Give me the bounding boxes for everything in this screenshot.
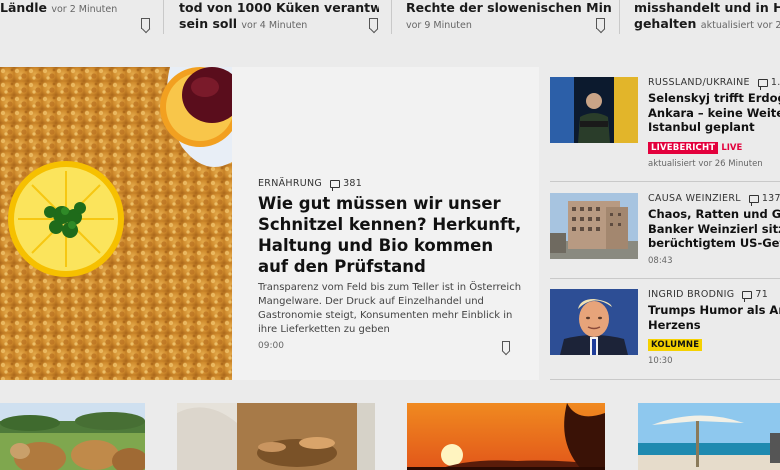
comment-count[interactable]: 1.337 <box>757 77 780 90</box>
top-article-time: aktualisiert vor 23 Min <box>700 20 780 31</box>
bookmark-icon[interactable] <box>502 341 510 351</box>
divider <box>391 0 392 34</box>
comment-count-value: 71 <box>755 289 769 300</box>
hero-title[interactable]: Wie gut müssen wir unser Schnitzel kenne… <box>258 193 528 277</box>
sidebar-title-line: Chaos, Ratten und Gewa <box>648 207 780 221</box>
bottom-thumb-cows[interactable] <box>0 403 145 470</box>
sidebar-kicker: RUSSLAND/UKRAINE 1.337 <box>648 77 780 90</box>
sidebar-title[interactable]: Selenskyj trifft Erdoğan Ankara – keine … <box>648 91 780 135</box>
divider <box>163 0 164 34</box>
sidebar-category[interactable]: CAUSA WEINZIERL <box>648 193 741 204</box>
sidebar-title-line: Ankara – keine Weiterre <box>648 105 780 120</box>
sidebar-kicker: CAUSA WEINZIERL 137 <box>648 193 780 206</box>
bottom-thumb-beach[interactable] <box>638 403 780 470</box>
sidebar-time: aktualisiert vor 26 Minuten <box>648 158 763 169</box>
comment-count[interactable]: 137 <box>748 193 780 206</box>
comment-count[interactable]: 71 <box>742 289 769 302</box>
sidebar-thumb-building <box>550 193 638 259</box>
comment-count-value: 381 <box>343 178 363 189</box>
sidebar-title[interactable]: Trumps Humor als Anstö Herzens <box>648 303 780 332</box>
divider <box>550 379 780 380</box>
hero-article-card[interactable]: ERNÄHRUNG 381 Wie gut müssen wir unser S… <box>232 67 539 380</box>
hero-teaser: Transparenz vom Feld bis zum Teller ist … <box>258 282 522 335</box>
comment-icon <box>757 78 768 90</box>
bookmark-icon[interactable] <box>369 18 378 29</box>
top-article-title: misshandelt und in Hundekä <box>634 0 780 15</box>
top-article-title: sein soll <box>179 16 238 31</box>
hero-category[interactable]: ERNÄHRUNG <box>258 178 322 189</box>
sidebar-time: 10:30 <box>648 356 673 366</box>
comment-count[interactable]: 381 <box>330 178 363 191</box>
top-article-title: Ländle <box>0 0 48 15</box>
comment-count-value: 137 <box>761 193 780 204</box>
divider <box>550 181 780 182</box>
top-article-2[interactable]: tod von 1000 Küken verantwortlich sein s… <box>179 0 379 40</box>
sidebar-title[interactable]: Chaos, Ratten und Gewa Banker Weinzierl … <box>648 207 780 251</box>
sidebar-article-1[interactable]: RUSSLAND/UKRAINE 1.337 Selenskyj trifft … <box>550 77 780 172</box>
sidebar-title-line: Selenskyj trifft Erdoğan <box>648 91 780 105</box>
sidebar-kicker: INGRID BRODNIG 71 <box>648 289 780 302</box>
sidebar-category[interactable]: RUSSLAND/UKRAINE <box>648 77 750 88</box>
live-label: LIVE <box>721 142 743 153</box>
sidebar-title-line: Herzens <box>648 317 701 332</box>
bookmark-icon[interactable] <box>141 18 150 29</box>
top-article-time: vor 4 Minuten <box>241 20 308 31</box>
comment-icon <box>330 179 341 191</box>
sidebar-thumb-trump <box>550 289 638 355</box>
top-article-title: gehalten <box>634 16 697 31</box>
sidebar-article-3[interactable]: INGRID BRODNIG 71 Trumps Humor als Anstö… <box>550 289 780 369</box>
live-badge: LIVEBERICHT <box>648 141 719 154</box>
bookmark-icon[interactable] <box>596 18 605 29</box>
top-article-3[interactable]: Rechte der slowenischen Minderheit vor 9… <box>406 0 611 40</box>
top-article-4[interactable]: misshandelt und in Hundekä gehalten aktu… <box>634 0 780 40</box>
sidebar-title-line: berüchtigtem US-Gefäng <box>648 236 780 250</box>
sidebar-title-line: Banker Weinzierl sitzt in <box>648 221 780 236</box>
sidebar-time: 08:43 <box>648 255 673 266</box>
comment-count-value: 1.337 <box>770 77 780 88</box>
hero-kicker: ERNÄHRUNG 381 <box>258 178 363 191</box>
sidebar-thumb-selenskyj <box>550 77 638 143</box>
top-article-time: vor 9 Minuten <box>406 20 472 31</box>
news-page: Ländle vor 2 Minuten tod von 1000 Küken … <box>0 0 780 470</box>
top-article-1[interactable]: Ländle vor 2 Minuten <box>0 0 160 40</box>
bottom-thumb-kitchen[interactable] <box>177 403 375 470</box>
top-news-strip: Ländle vor 2 Minuten tod von 1000 Küken … <box>0 0 780 44</box>
bottom-thumb-sunset[interactable] <box>407 403 605 470</box>
top-article-title: Rechte der slowenischen Minderheit <box>406 0 611 15</box>
comment-icon <box>748 194 759 206</box>
comment-icon <box>742 290 753 302</box>
sidebar-category[interactable]: INGRID BRODNIG <box>648 289 734 300</box>
sidebar-article-2[interactable]: CAUSA WEINZIERL 137 Chaos, Ratten und Ge… <box>550 193 780 268</box>
divider <box>619 0 620 34</box>
kolumne-badge: KOLUMNE <box>648 339 703 351</box>
hero-time: 09:00 <box>258 341 284 351</box>
hero-image-schnitzel[interactable] <box>0 67 232 380</box>
sidebar-title-line: Trumps Humor als Anstö <box>648 303 780 317</box>
top-article-title: tod von 1000 Küken verantwortlich <box>179 0 379 15</box>
top-article-time: vor 2 Minuten <box>51 4 118 15</box>
divider <box>550 278 780 279</box>
schnitzel-illustration <box>0 67 232 380</box>
sidebar-title-line: Istanbul geplant <box>648 120 755 134</box>
